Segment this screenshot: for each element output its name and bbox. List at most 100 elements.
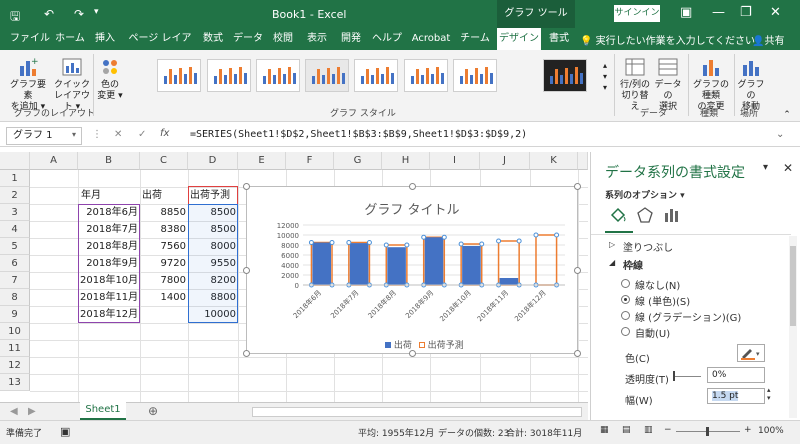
resize-handle[interactable] [574,267,581,274]
tell-me-search[interactable]: 💡 実行したい作業を入力してください [580,32,755,47]
row-header[interactable]: 13 [0,374,30,391]
formula-options-icon[interactable]: ⋮ [92,129,102,140]
row-header[interactable]: 7 [0,272,30,289]
column-header[interactable]: D [188,152,238,170]
save-icon[interactable]: 🖫 [10,7,20,28]
column-header[interactable]: C [140,152,188,170]
chart-style-thumb[interactable] [207,59,251,92]
row-header[interactable]: 10 [0,323,30,340]
pane-scrollbar-thumb[interactable] [790,246,796,326]
chart-style-thumb[interactable] [354,59,398,92]
column-header[interactable]: F [286,152,334,170]
name-box-dropdown-icon[interactable]: ▾ [72,130,76,139]
column-header[interactable]: K [530,152,578,170]
chart-style-thumb[interactable] [305,59,349,92]
collapse-line-icon[interactable]: ◢ [609,258,615,267]
next-sheet-icon[interactable]: ▶ [28,406,36,417]
cancel-formula-icon[interactable]: ✕ [114,129,122,140]
zoom-level[interactable]: 100% [758,426,784,436]
select-data-button[interactable]: データの 選択 [652,56,684,113]
row-header[interactable]: 8 [0,289,30,306]
row-header[interactable]: 3 [0,204,30,221]
customize-qat-icon[interactable]: ▾ [94,7,99,17]
radio-solid-line[interactable] [621,295,630,304]
move-chart-button[interactable]: グラフの 移動 [736,56,766,113]
formula-input[interactable]: =SERIES(Sheet1!$D$2,Sheet1!$B$3:$B$9,She… [190,129,527,140]
series-options-dropdown[interactable]: 系列のオプション ▾ [605,188,685,201]
tab-home[interactable]: ホーム [54,28,86,50]
tab-file[interactable]: ファイル [8,28,52,50]
collapse-ribbon-icon[interactable]: ⌃ [782,110,792,121]
zoom-in-icon[interactable]: + [744,425,752,435]
signin-button[interactable]: サインイン [614,5,660,22]
chart-style-thumb[interactable] [404,59,448,92]
effects-icon[interactable] [637,207,653,223]
row-header[interactable]: 5 [0,238,30,255]
cell-c4[interactable]: 8380 [140,221,186,238]
tab-formulas[interactable]: 数式 [198,28,228,50]
tab-insert[interactable]: 挿入 [90,28,120,50]
radio-no-line[interactable] [621,279,630,288]
tab-design[interactable]: デザイン [497,28,541,52]
page-layout-view-icon[interactable]: ▤ [622,425,631,435]
width-spinner-icon[interactable]: ▴ ▾ [767,386,771,402]
sheet-tab-sheet1[interactable]: Sheet1 [80,402,126,420]
transparency-input[interactable]: 0% [707,367,765,383]
chart-style-thumb[interactable] [453,59,497,92]
transparency-slider-thumb[interactable] [673,371,675,381]
zoom-out-icon[interactable]: − [664,425,672,435]
column-header[interactable]: B [78,152,140,170]
cell-c7[interactable]: 7800 [140,272,186,289]
column-header[interactable]: I [430,152,480,170]
cell-c6[interactable]: 9720 [140,255,186,272]
resize-handle[interactable] [574,183,581,190]
quick-layout-button[interactable]: クイック レイアウト ▾ [52,56,92,113]
add-sheet-icon[interactable]: ⊕ [148,404,158,418]
name-box[interactable]: グラフ 1 [6,127,82,145]
chart-area[interactable]: グラフ タイトル 12000 10000 8000 6000 4000 2000 0 2018… [243,183,581,357]
zoom-slider-thumb[interactable] [706,427,709,436]
radio-auto[interactable] [621,327,630,336]
chart-style-thumb[interactable] [543,59,587,92]
enter-formula-icon[interactable]: ✓ [138,129,146,140]
styles-scroll-more[interactable]: ▴ ▾ ▾ [600,60,610,93]
column-header[interactable]: E [238,152,286,170]
pane-close-icon[interactable]: ✕ [783,161,793,175]
width-input[interactable]: 1.5 pt [707,388,765,404]
restore-button[interactable]: ❐ [740,5,752,20]
select-all-corner[interactable] [0,152,30,170]
row-header[interactable]: 9 [0,306,30,323]
resize-handle[interactable] [243,267,250,274]
tab-page-layout[interactable]: ページ レイアウト [124,28,196,66]
normal-view-icon[interactable]: ▦ [600,425,609,435]
row-header[interactable]: 2 [0,187,30,204]
change-colors-button[interactable]: 色の 変更 ▾ [94,56,126,102]
resize-handle[interactable] [574,350,581,357]
horizontal-scrollbar[interactable] [252,407,582,417]
undo-icon[interactable]: ↶ [44,7,54,21]
resize-handle[interactable] [243,350,250,357]
chart-style-thumb[interactable] [256,59,300,92]
prev-sheet-icon[interactable]: ◀ [10,406,18,417]
cell-c2[interactable]: 出荷 [142,187,162,204]
row-header[interactable]: 11 [0,340,30,357]
close-button[interactable]: ✕ [770,5,781,20]
cell-b2[interactable]: 年月 [81,187,101,204]
color-picker-button[interactable]: ▾ [737,344,765,362]
tab-data[interactable]: データ [232,28,264,50]
page-break-view-icon[interactable]: ▥ [644,425,653,435]
row-header[interactable]: 1 [0,170,30,187]
series-options-icon[interactable] [663,207,679,223]
resize-handle[interactable] [409,350,416,357]
tab-developer[interactable]: 開発 [336,28,366,50]
column-header[interactable]: A [30,152,78,170]
transparency-slider[interactable] [673,376,701,377]
add-chart-element-button[interactable]: + グラフ要素 を追加 ▾ [6,56,50,113]
row-header[interactable]: 6 [0,255,30,272]
expand-fill-icon[interactable]: ▷ [609,240,615,249]
resize-handle[interactable] [409,183,416,190]
tab-review[interactable]: 校閲 [268,28,298,50]
minimize-button[interactable]: — [712,5,725,20]
cell-c9[interactable] [140,306,186,323]
ribbon-display-icon[interactable]: ▣ [680,5,692,20]
